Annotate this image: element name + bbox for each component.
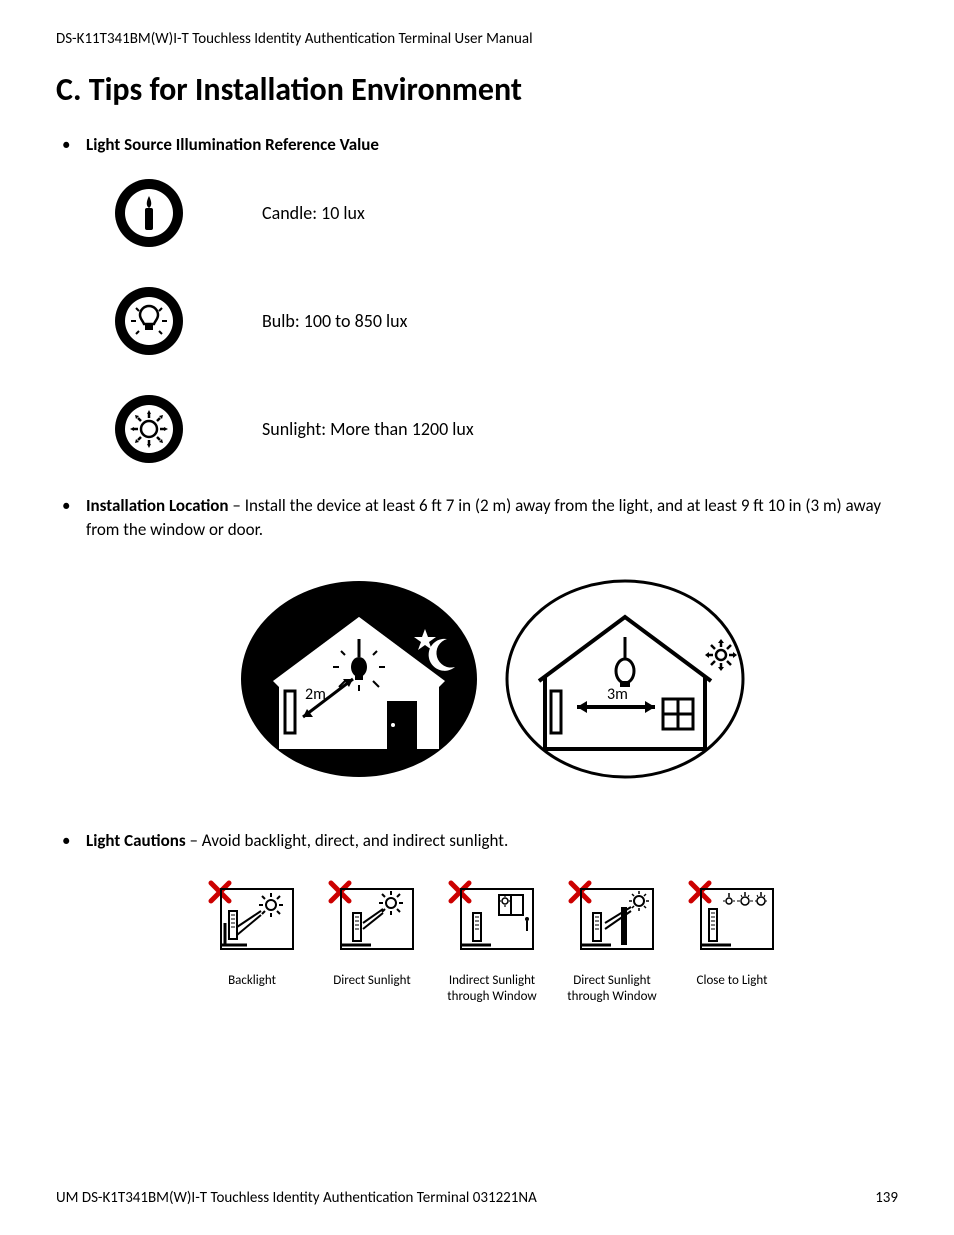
bullet-installation-location: Installation Location – Install the devi…	[56, 494, 898, 787]
caution-direct-sunlight-icon	[327, 879, 417, 967]
page-footer: UM DS-K1T341BM(W)I-T Touchless Identity …	[56, 1189, 898, 1207]
lux-row-candle: Candle: 10 lux	[112, 176, 898, 250]
lux-reference-block: Candle: 10 lux	[112, 176, 898, 466]
document-page: DS-K11T341BM(W)I-T Touchless Identity Au…	[0, 0, 954, 1235]
location-night-icon: 2m	[239, 579, 479, 787]
footer-page-number: 139	[875, 1189, 898, 1207]
bulb-icon	[112, 284, 186, 358]
caution-caption: Direct Sunlight	[333, 973, 410, 989]
bullet-label: Light Cautions	[86, 830, 186, 851]
lux-candle-label: Candle: 10 lux	[262, 200, 365, 226]
location-day-icon: 3m	[505, 579, 745, 787]
bullet-light-source: Light Source Illumination Reference Valu…	[56, 133, 898, 466]
running-header: DS-K11T341BM(W)I-T Touchless Identity Au…	[56, 30, 898, 48]
caution-caption: Backlight	[228, 973, 276, 989]
loc-left-dist: 2m	[305, 685, 326, 704]
bullet-label: Installation Location	[86, 495, 229, 516]
lux-row-sunlight: Sunlight: More than 1200 lux	[112, 392, 898, 466]
caution-close-to-light: Close to Light	[680, 879, 784, 1005]
caution-direct-sunlight: Direct Sunlight	[320, 879, 424, 1005]
loc-right-dist: 3m	[607, 685, 628, 704]
caution-direct-window-icon	[567, 879, 657, 967]
lux-row-bulb: Bulb: 100 to 850 lux	[112, 284, 898, 358]
caution-backlight: Backlight	[200, 879, 304, 1005]
caution-caption: Close to Light	[697, 973, 768, 989]
installation-location-figure: 2m	[86, 579, 898, 787]
lux-bulb-label: Bulb: 100 to 850 lux	[262, 308, 407, 334]
bullet-rest: – Avoid backlight, direct, and indirect …	[186, 830, 509, 851]
sunlight-icon	[112, 392, 186, 466]
caution-indirect-window: Indirect Sunlight through Window	[440, 879, 544, 1005]
content-list: Light Source Illumination Reference Valu…	[56, 133, 898, 1005]
caution-backlight-icon	[207, 879, 297, 967]
caution-direct-window: Direct Sunlight through Window	[560, 879, 664, 1005]
caution-indirect-window-icon	[447, 879, 537, 967]
caution-close-to-light-icon	[687, 879, 777, 967]
candle-icon	[112, 176, 186, 250]
lux-sunlight-label: Sunlight: More than 1200 lux	[262, 416, 474, 442]
section-title: C. Tips for Installation Environment	[56, 70, 898, 109]
bullet-light-cautions: Light Cautions – Avoid backlight, direct…	[56, 829, 898, 1006]
caution-caption: Direct Sunlight through Window	[560, 973, 664, 1006]
bullet-label: Light Source Illumination Reference Valu…	[86, 134, 379, 155]
footer-left: UM DS-K1T341BM(W)I-T Touchless Identity …	[56, 1189, 537, 1207]
light-cautions-figure: Backlight	[86, 879, 898, 1005]
caution-caption: Indirect Sunlight through Window	[440, 973, 544, 1006]
